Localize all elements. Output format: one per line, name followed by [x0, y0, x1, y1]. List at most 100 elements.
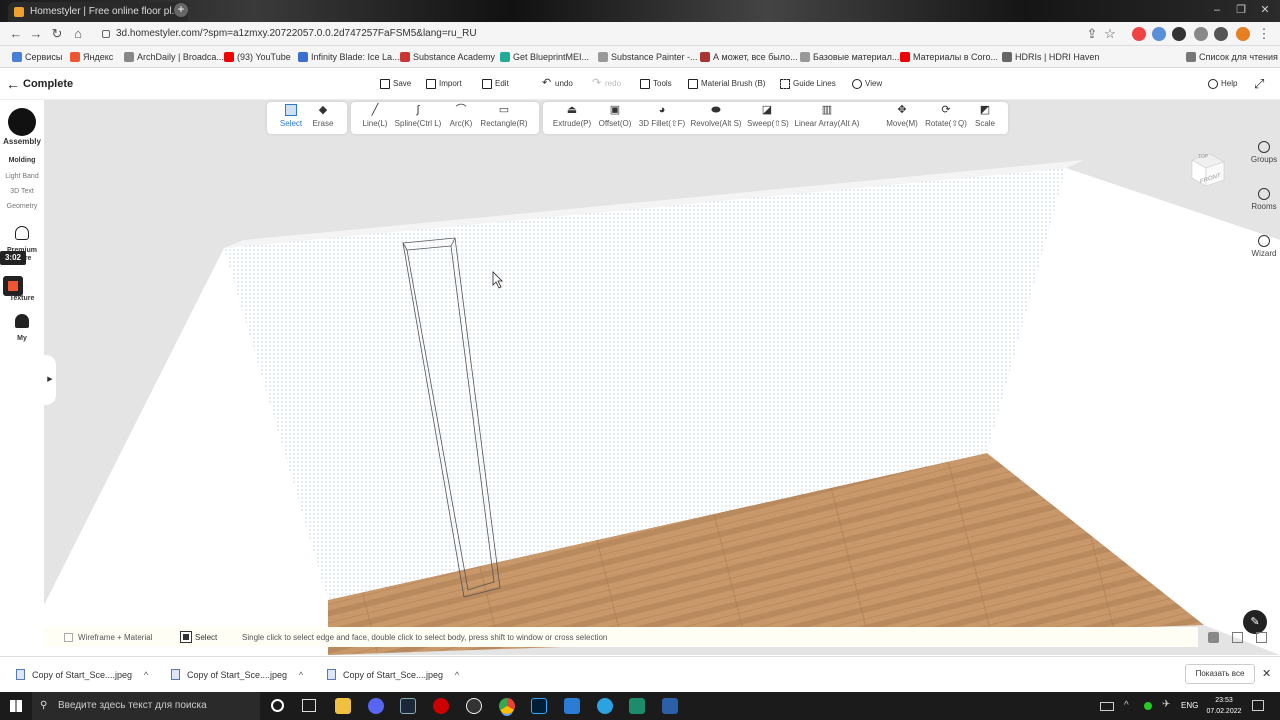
arc-tool[interactable]: ⌒ Arc(K): [448, 104, 474, 134]
3d-fillet-tool[interactable]: ◕ 3D Fillet(⇧F): [638, 104, 686, 134]
file-explorer-icon[interactable]: [335, 698, 351, 714]
select-tool[interactable]: Select: [278, 104, 304, 134]
close-window-button[interactable]: ✕: [1254, 0, 1276, 22]
discord-icon[interactable]: [368, 698, 384, 714]
app-icon[interactable]: [433, 698, 449, 714]
chrome-icon[interactable]: [499, 698, 515, 714]
line-tool[interactable]: ╱ Line(L): [360, 104, 390, 134]
network-icon[interactable]: ✈: [1162, 699, 1170, 710]
complete-button[interactable]: Complete: [23, 78, 73, 90]
spline-tool[interactable]: ∫ Spline(Ctrl L): [393, 104, 443, 134]
sweep-tool[interactable]: ◪ Sweep(⇧S): [747, 104, 789, 134]
new-tab-button[interactable]: +: [174, 3, 188, 17]
github-icon[interactable]: [466, 698, 482, 714]
assembly-icon[interactable]: [8, 108, 36, 136]
move-tool[interactable]: ✥ Move(M): [883, 104, 921, 134]
rotate-tool[interactable]: ⟳ Rotate(⇧Q): [924, 104, 968, 134]
3ds-max-icon[interactable]: [629, 698, 645, 714]
view-button[interactable]: View: [852, 77, 882, 91]
material-brush-button[interactable]: Material Brush (B): [688, 77, 765, 91]
word-icon[interactable]: [564, 698, 580, 714]
rooms-button[interactable]: Rooms: [1248, 188, 1280, 211]
home-icon[interactable]: ⌂: [68, 24, 88, 44]
my-icon[interactable]: [15, 314, 29, 328]
profile-avatar[interactable]: [1236, 27, 1250, 41]
bookmark-item[interactable]: А может, все было...: [700, 46, 798, 68]
bookmark-item[interactable]: Infinity Blade: Ice La...: [298, 46, 400, 68]
maximize-button[interactable]: ❐: [1230, 0, 1252, 22]
star-icon[interactable]: ☆: [1100, 24, 1120, 44]
chevron-up-icon[interactable]: ^: [144, 667, 148, 683]
groups-button[interactable]: Groups: [1248, 141, 1280, 164]
texture-label[interactable]: Texture: [0, 295, 44, 302]
taskbar-clock[interactable]: 23:53 07.02.2022: [1204, 695, 1244, 717]
back-nav-icon[interactable]: ←: [6, 24, 26, 44]
cortana-icon[interactable]: [271, 699, 284, 712]
sidebar-item-3d-text[interactable]: 3D Text: [0, 188, 44, 195]
show-all-downloads-button[interactable]: Показать все: [1185, 664, 1255, 684]
sidebar-item-molding[interactable]: Molding: [0, 157, 44, 164]
wizard-button[interactable]: Wizard: [1248, 235, 1280, 258]
guide-lines-button[interactable]: Guide Lines: [780, 77, 836, 91]
menu-kebab-icon[interactable]: ⋮: [1254, 24, 1274, 44]
offset-tool[interactable]: ▣ Offset(O): [597, 104, 633, 134]
bookmark-item[interactable]: HDRIs | HDRI Haven: [1002, 46, 1099, 68]
scale-tool[interactable]: ◩ Scale: [972, 104, 998, 134]
steam-icon[interactable]: [400, 698, 416, 714]
undo-button[interactable]: ↶ undo: [542, 77, 573, 91]
windows-start-icon[interactable]: [10, 700, 22, 712]
3d-view-icon[interactable]: [1208, 632, 1219, 643]
url-bar[interactable]: 3d.homestyler.com/?spm=a1zmxy.20722057.0…: [100, 24, 1120, 44]
share-icon[interactable]: ⇪: [1082, 24, 1102, 44]
extension-icon[interactable]: [1152, 27, 1166, 41]
close-downloads-icon[interactable]: ✕: [1262, 667, 1271, 680]
save-button[interactable]: Save: [380, 77, 411, 91]
edit-button[interactable]: Edit: [482, 77, 509, 91]
extension-icon[interactable]: [1172, 27, 1186, 41]
back-arrow-icon[interactable]: ←: [6, 76, 20, 92]
record-stop-button[interactable]: [3, 276, 23, 296]
bookmark-item[interactable]: Сервисы: [12, 46, 62, 68]
tools-button[interactable]: Tools: [640, 77, 672, 91]
revolve-tool[interactable]: ⬬ Revolve(Alt S): [689, 104, 743, 134]
bookmark-item[interactable]: Базовые материал...: [800, 46, 899, 68]
bookmark-item[interactable]: Материалы в Coro...: [900, 46, 998, 68]
forward-nav-icon[interactable]: →: [26, 24, 46, 44]
erase-tool[interactable]: ◆ Erase: [312, 104, 334, 134]
render-mode-dropdown[interactable]: Wireframe + Material: [78, 633, 152, 642]
adblock-extension-icon[interactable]: [1132, 27, 1146, 41]
premium-icon[interactable]: [15, 226, 29, 240]
linear-array-tool[interactable]: ▥ Linear Array(Alt A): [791, 104, 863, 134]
rectangle-tool[interactable]: ▭ Rectangle(R): [479, 104, 529, 134]
taskbar-search[interactable]: ⚲ Введите здесь текст для поиска: [32, 692, 260, 720]
bookmark-item[interactable]: Substance Academy: [400, 46, 495, 68]
floorplan-icon[interactable]: [1232, 632, 1243, 643]
expand-panel-arrow-icon[interactable]: ▶: [44, 355, 56, 405]
chevron-up-icon[interactable]: ^: [455, 667, 459, 683]
feedback-icon[interactable]: ✎: [1243, 610, 1267, 634]
grid-icon[interactable]: [1256, 632, 1267, 643]
fullscreen-icon[interactable]: ⤢: [1254, 76, 1264, 92]
reload-icon[interactable]: ↻: [47, 24, 67, 44]
chevron-up-icon[interactable]: ^: [299, 667, 303, 683]
keyboard-icon[interactable]: [1100, 702, 1114, 711]
task-view-icon[interactable]: [302, 699, 316, 712]
extrude-tool[interactable]: ⏏ Extrude(P): [552, 104, 592, 134]
sidebar-item-geometry[interactable]: Geometry: [0, 203, 44, 210]
minimize-button[interactable]: –: [1206, 0, 1228, 22]
browser-tab[interactable]: Homestyler | Free online floor pl... ✕: [8, 2, 188, 22]
bookmark-item[interactable]: ArchDaily | Broadca...: [124, 46, 224, 68]
redo-button[interactable]: ↷ redo: [592, 77, 621, 91]
download-item[interactable]: Copy of Start_Sce....jpeg ^: [16, 667, 148, 683]
tray-app-icon[interactable]: [1144, 702, 1152, 710]
sidebar-item-light-band[interactable]: Light Band: [0, 173, 44, 180]
bookmark-item[interactable]: (93) YouTube: [224, 46, 291, 68]
download-item[interactable]: Copy of Start_Sce....jpeg ^: [171, 667, 303, 683]
3d-viewport[interactable]: [44, 100, 1280, 655]
app-window-icon[interactable]: [662, 698, 678, 714]
download-item[interactable]: Copy of Start_Sce....jpeg ^: [327, 667, 459, 683]
telegram-icon[interactable]: [597, 698, 613, 714]
bookmark-item[interactable]: Substance Painter -...: [598, 46, 698, 68]
language-indicator[interactable]: ENG: [1181, 701, 1198, 710]
help-button[interactable]: Help: [1208, 77, 1237, 91]
